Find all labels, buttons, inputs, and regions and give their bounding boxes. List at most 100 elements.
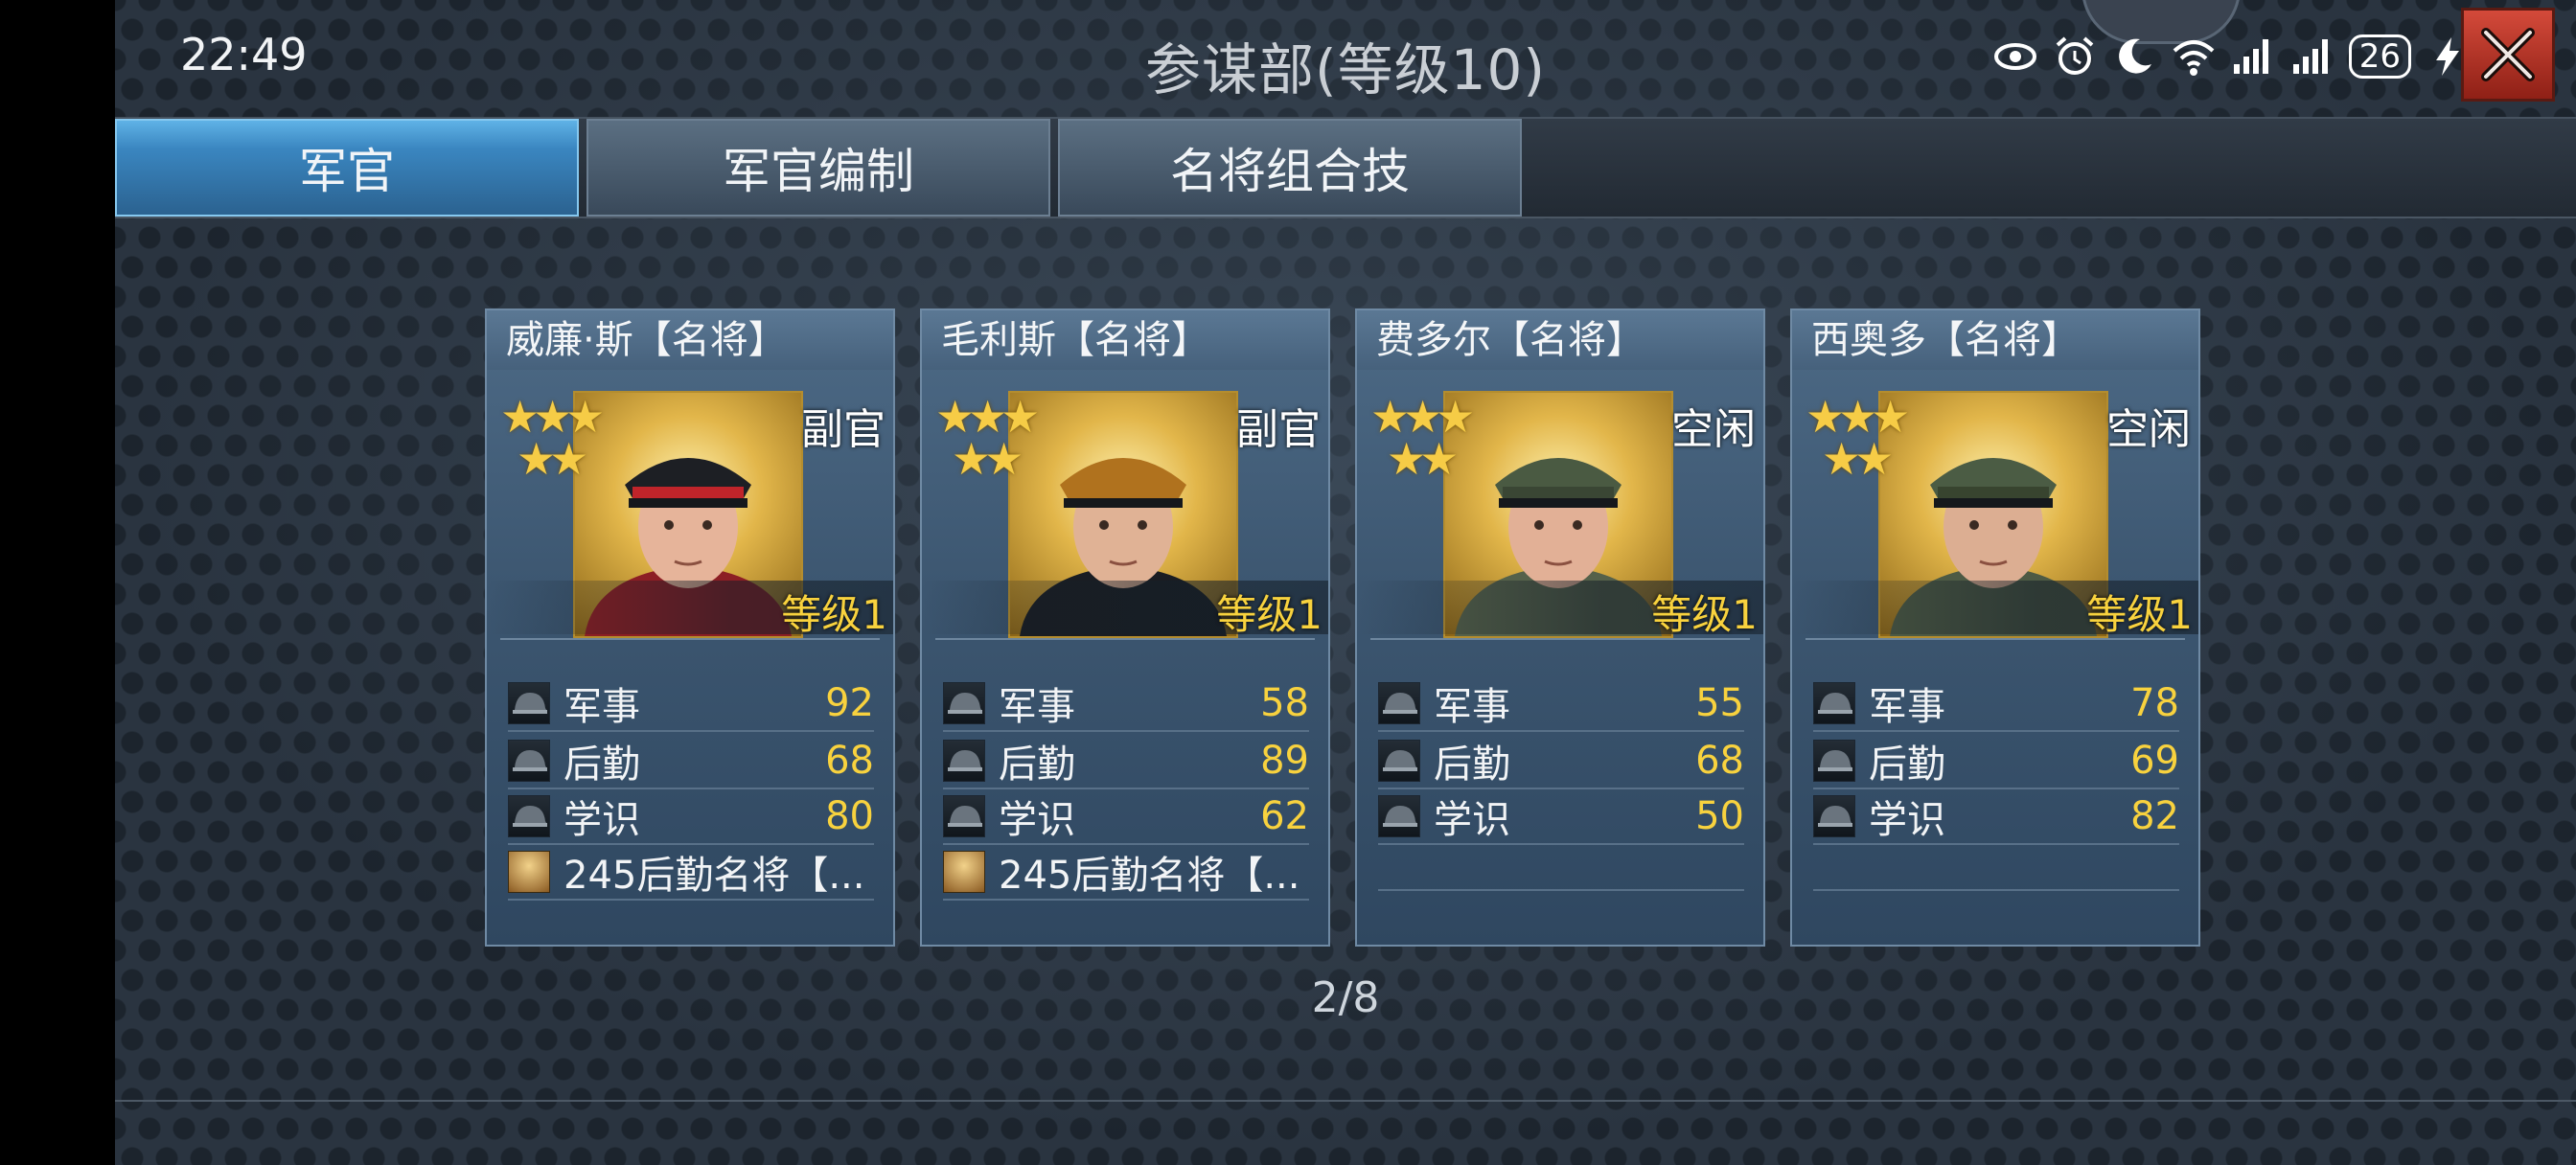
tab-general-combo-skills[interactable]: 名将组合技: [1058, 119, 1522, 217]
stat-row: 后勤 69: [1813, 736, 2179, 787]
signal-icon: [2230, 34, 2276, 80]
stat-row: 军事 55: [1378, 678, 1744, 729]
officer-level: 等级1: [2086, 591, 2193, 638]
officer-card[interactable]: 毛利斯【名将】 ★ ★ ★ ★ ★ 副官 等级1 军事 58 后勤 89 学识 …: [920, 308, 1330, 947]
stat-value: 80: [825, 794, 874, 838]
stat-value: 55: [1695, 681, 1744, 725]
star-icon: ★: [549, 433, 589, 485]
logistics-helmet-icon: [508, 740, 550, 782]
stat-value: 62: [1260, 794, 1309, 838]
row-divider: [1378, 730, 1744, 732]
star-icon: ★: [984, 433, 1024, 485]
star-rating: ★ ★ ★ ★ ★: [1370, 391, 1485, 487]
stat-label: 军事: [999, 685, 1075, 729]
tab-officers[interactable]: 军官: [115, 119, 579, 217]
officer-level: 等级1: [1216, 591, 1322, 638]
combo-skill-text: 245后勤名将【...: [564, 854, 865, 898]
stat-value: 89: [1260, 739, 1309, 783]
military-helmet-icon: [1378, 682, 1420, 724]
stat-label: 后勤: [999, 742, 1075, 787]
divider: [1806, 638, 2185, 640]
stat-label: 后勤: [564, 742, 640, 787]
knowledge-cap-icon: [1813, 795, 1855, 837]
stat-row: 学识 62: [943, 791, 1309, 842]
officer-status: 副官: [1236, 405, 1321, 454]
signal-icon: [2289, 34, 2335, 80]
stat-value: 69: [2130, 739, 2179, 783]
officer-name: 毛利斯【名将】: [922, 310, 1328, 370]
officer-status: 副官: [801, 405, 886, 454]
officer-card[interactable]: 威廉·斯【名将】 ★ ★ ★ ★ ★ 副官 等级1 军事 92 后勤 68 学识…: [485, 308, 895, 947]
row-divider: [1378, 889, 1744, 891]
stat-label: 学识: [1869, 798, 1945, 842]
close-button[interactable]: [2461, 8, 2555, 102]
close-icon: [2481, 28, 2535, 81]
stat-label: 学识: [1434, 798, 1510, 842]
row-divider: [943, 730, 1309, 732]
divider: [115, 1100, 2576, 1102]
stat-value: 92: [825, 681, 874, 725]
row-divider: [1813, 730, 2179, 732]
stat-label: 军事: [1434, 685, 1510, 729]
stat-value: 58: [1260, 681, 1309, 725]
star-icon: ★: [1854, 433, 1895, 485]
stat-row: 学识 82: [1813, 791, 2179, 842]
stat-row: 后勤 89: [943, 736, 1309, 787]
star-icon: ★: [1419, 433, 1460, 485]
row-divider: [1813, 843, 2179, 845]
row-divider: [1378, 843, 1744, 845]
stat-value: 68: [1695, 739, 1744, 783]
combo-skill-text: 245后勤名将【...: [999, 854, 1300, 898]
stat-label: 学识: [564, 798, 640, 842]
moon-icon: [2111, 34, 2157, 80]
row-divider: [508, 899, 874, 901]
military-helmet-icon: [508, 682, 550, 724]
stat-label: 后勤: [1869, 742, 1945, 787]
officer-name: 威廉·斯【名将】: [487, 310, 893, 370]
officer-card[interactable]: 西奥多【名将】 ★ ★ ★ ★ ★ 空闲 等级1 军事 78 后勤 69 学识 …: [1790, 308, 2200, 947]
tab-bar: 军官 军官编制 名将组合技: [115, 117, 2576, 218]
row-divider: [508, 730, 874, 732]
stat-value: 78: [2130, 681, 2179, 725]
military-helmet-icon: [1813, 682, 1855, 724]
knowledge-cap-icon: [943, 795, 985, 837]
stat-label: 后勤: [1434, 742, 1510, 787]
officer-card[interactable]: 费多尔【名将】 ★ ★ ★ ★ ★ 空闲 等级1 军事 55 后勤 68 学识 …: [1355, 308, 1765, 947]
stat-label: 军事: [564, 685, 640, 729]
stat-row: 军事 92: [508, 678, 874, 729]
combo-skill-row[interactable]: 245后勤名将【...: [508, 847, 874, 898]
stat-value: 82: [2130, 794, 2179, 838]
stat-value: 50: [1695, 794, 1744, 838]
game-screen: 22:49 参谋部(等级10) 26 军官 军官编制 名将组合技 威廉·斯【名将…: [115, 0, 2576, 1165]
alarm-icon: [2052, 34, 2098, 80]
divider: [1370, 638, 1750, 640]
stat-row: 学识 50: [1378, 791, 1744, 842]
officer-level: 等级1: [781, 591, 887, 638]
logistics-helmet-icon: [1813, 740, 1855, 782]
knowledge-cap-icon: [508, 795, 550, 837]
skill-portrait-icon: [508, 851, 550, 893]
officer-level: 等级1: [1651, 591, 1758, 638]
star-rating: ★ ★ ★ ★ ★: [500, 391, 615, 487]
logistics-helmet-icon: [1378, 740, 1420, 782]
stat-row: 学识 80: [508, 791, 874, 842]
tab-officer-formation[interactable]: 军官编制: [586, 119, 1050, 217]
stat-row: 军事 58: [943, 678, 1309, 729]
logistics-helmet-icon: [943, 740, 985, 782]
stat-label: 军事: [1869, 685, 1945, 729]
status-icons: 26: [1992, 29, 2471, 84]
stat-row: 军事 78: [1813, 678, 2179, 729]
row-divider: [1813, 889, 2179, 891]
stat-label: 学识: [999, 798, 1075, 842]
divider: [500, 638, 880, 640]
eye-icon: [1992, 34, 2038, 80]
divider: [935, 638, 1315, 640]
skill-portrait-icon: [943, 851, 985, 893]
officer-name: 西奥多【名将】: [1792, 310, 2198, 370]
star-rating: ★ ★ ★ ★ ★: [1806, 391, 1920, 487]
officer-status: 空闲: [2106, 405, 2191, 454]
row-divider: [943, 899, 1309, 901]
officer-name: 费多尔【名将】: [1357, 310, 1763, 370]
combo-skill-row[interactable]: 245后勤名将【...: [943, 847, 1309, 898]
officer-status: 空闲: [1671, 405, 1756, 454]
